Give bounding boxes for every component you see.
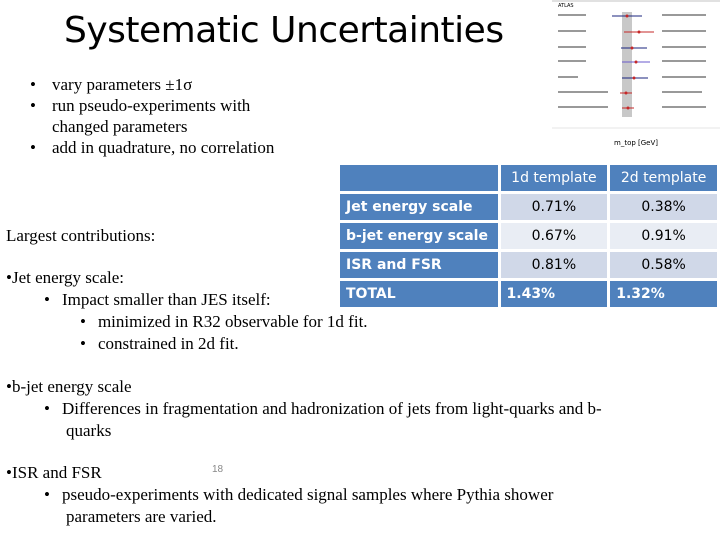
table-total-row: TOTAL 1.43% 1.32%: [340, 281, 717, 307]
cell-2d: 0.38%: [610, 194, 717, 220]
systematics-table: 1d template 2d template Jet energy scale…: [337, 162, 720, 310]
row-label: Jet energy scale: [340, 194, 498, 220]
isr-sub-bullet: • pseudo-experiments with dedicated signa…: [44, 485, 554, 504]
bullet: add in quadrature, no correlation: [52, 138, 275, 157]
plot-experiment-label: ATLAS: [558, 3, 574, 9]
header-cell: [340, 165, 498, 191]
bjes-sub-bullet: • Differences in fragmentation and hadron…: [44, 399, 602, 418]
bjes-heading: •b-jet energy scale: [6, 377, 132, 396]
cell-2d: 0.91%: [610, 223, 717, 249]
cell-1d: 0.67%: [500, 223, 608, 249]
cell-1d: 0.81%: [500, 252, 608, 278]
isr-heading: •ISR and FSR: [6, 463, 102, 482]
cell-1d: 0.71%: [500, 194, 608, 220]
row-label: b-jet energy scale: [340, 223, 498, 249]
mtop-summary-plot: ATLAS m_top [GeV]: [552, 0, 720, 147]
table-header-row: 1d template 2d template: [340, 165, 717, 191]
jes-sub-bullet: • Impact smaller than JES itself:: [44, 290, 271, 309]
bullet: vary parameters ±1σ: [52, 75, 193, 94]
top-bullet-list: • vary parameters ±1σ • run pseudo-experim…: [30, 75, 275, 157]
bjes-sub-continuation: quarks: [66, 421, 112, 440]
combined-band: [622, 12, 632, 117]
isr-sub-continuation: parameters are varied.: [66, 507, 217, 526]
plot-points: [612, 14, 654, 110]
plot-x-axis-label: m_top [GeV]: [614, 139, 658, 147]
row-label: TOTAL: [340, 281, 498, 307]
header-cell: 2d template: [610, 165, 717, 191]
cell-2d: 0.58%: [610, 252, 717, 278]
page-number: 18: [212, 464, 224, 475]
cell-1d: 1.43%: [500, 281, 608, 307]
largest-contributions-label: Largest contributions:: [6, 226, 156, 245]
table-row: ISR and FSR 0.81% 0.58%: [340, 252, 717, 278]
row-label: ISR and FSR: [340, 252, 498, 278]
jes-subsub-bullet: • constrained in 2d fit.: [80, 334, 239, 353]
table-row: b-jet energy scale 0.67% 0.91%: [340, 223, 717, 249]
jes-subsub-bullet: • minimized in R32 observable for 1d fit.: [80, 312, 368, 331]
header-cell: 1d template: [500, 165, 608, 191]
slide-title: Systematic Uncertainties: [64, 10, 504, 51]
bullet: run pseudo-experiments with: [52, 96, 251, 115]
jes-heading: •Jet energy scale:: [6, 268, 124, 287]
table-row: Jet energy scale 0.71% 0.38%: [340, 194, 717, 220]
cell-2d: 1.32%: [610, 281, 717, 307]
bullet-continuation: changed parameters: [52, 117, 188, 136]
